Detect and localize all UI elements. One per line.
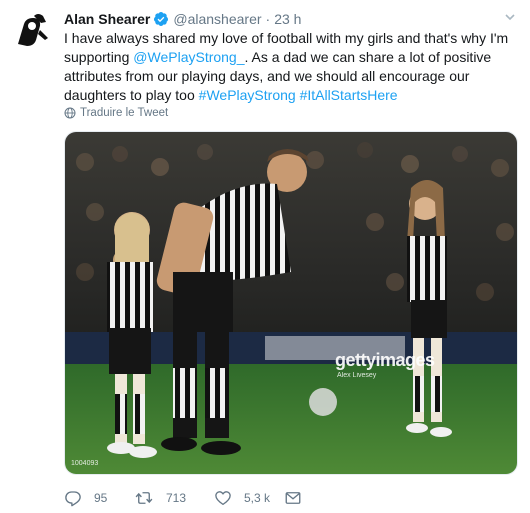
tweet-header: Alan Shearer @alanshearer · 23 h (64, 9, 518, 29)
like-button[interactable]: 5,3 k (214, 486, 270, 510)
hashtag-link-itallstartshere[interactable]: #ItAllStartsHere (300, 87, 398, 103)
tweet-timestamp[interactable]: 23 h (274, 9, 301, 29)
retweet-count: 713 (166, 491, 187, 505)
avatar[interactable] (10, 10, 54, 54)
photo-credit: Alex Livesey (337, 372, 377, 379)
retweet-icon (135, 492, 153, 504)
tweet-actions: 95 713 5,3 k (64, 486, 344, 510)
photo-id: 1004093 (71, 460, 99, 467)
retweet-button[interactable]: 713 (134, 486, 186, 510)
user-handle[interactable]: @alanshearer (173, 9, 261, 29)
getty-watermark: gettyimages (335, 350, 435, 370)
globe-icon (64, 107, 76, 119)
tweet-text: I have always shared my love of football… (64, 29, 520, 105)
verified-badge-icon (154, 12, 169, 26)
hashtag-link-weplaystrong[interactable]: #WePlayStrong (199, 87, 296, 103)
tweet-photo[interactable]: gettyimages Alex Livesey 1004093 (64, 131, 518, 475)
reply-button[interactable]: 95 (64, 486, 107, 510)
alan-shearer-logo-icon (10, 10, 54, 54)
reply-count: 95 (94, 491, 108, 505)
heart-icon (215, 491, 231, 506)
direct-message-button[interactable] (284, 486, 302, 510)
chevron-down-icon[interactable] (502, 11, 518, 27)
reply-icon (65, 491, 81, 507)
mention-link[interactable]: @WePlayStrong_ (133, 49, 244, 65)
display-name[interactable]: Alan Shearer (64, 9, 150, 29)
separator-dot: · (265, 11, 271, 27)
translate-tweet-link[interactable]: Traduire le Tweet (64, 104, 168, 122)
like-count: 5,3 k (244, 491, 271, 505)
translate-label: Traduire le Tweet (80, 107, 169, 119)
envelope-icon (285, 492, 301, 504)
football-photo-image (65, 132, 517, 474)
